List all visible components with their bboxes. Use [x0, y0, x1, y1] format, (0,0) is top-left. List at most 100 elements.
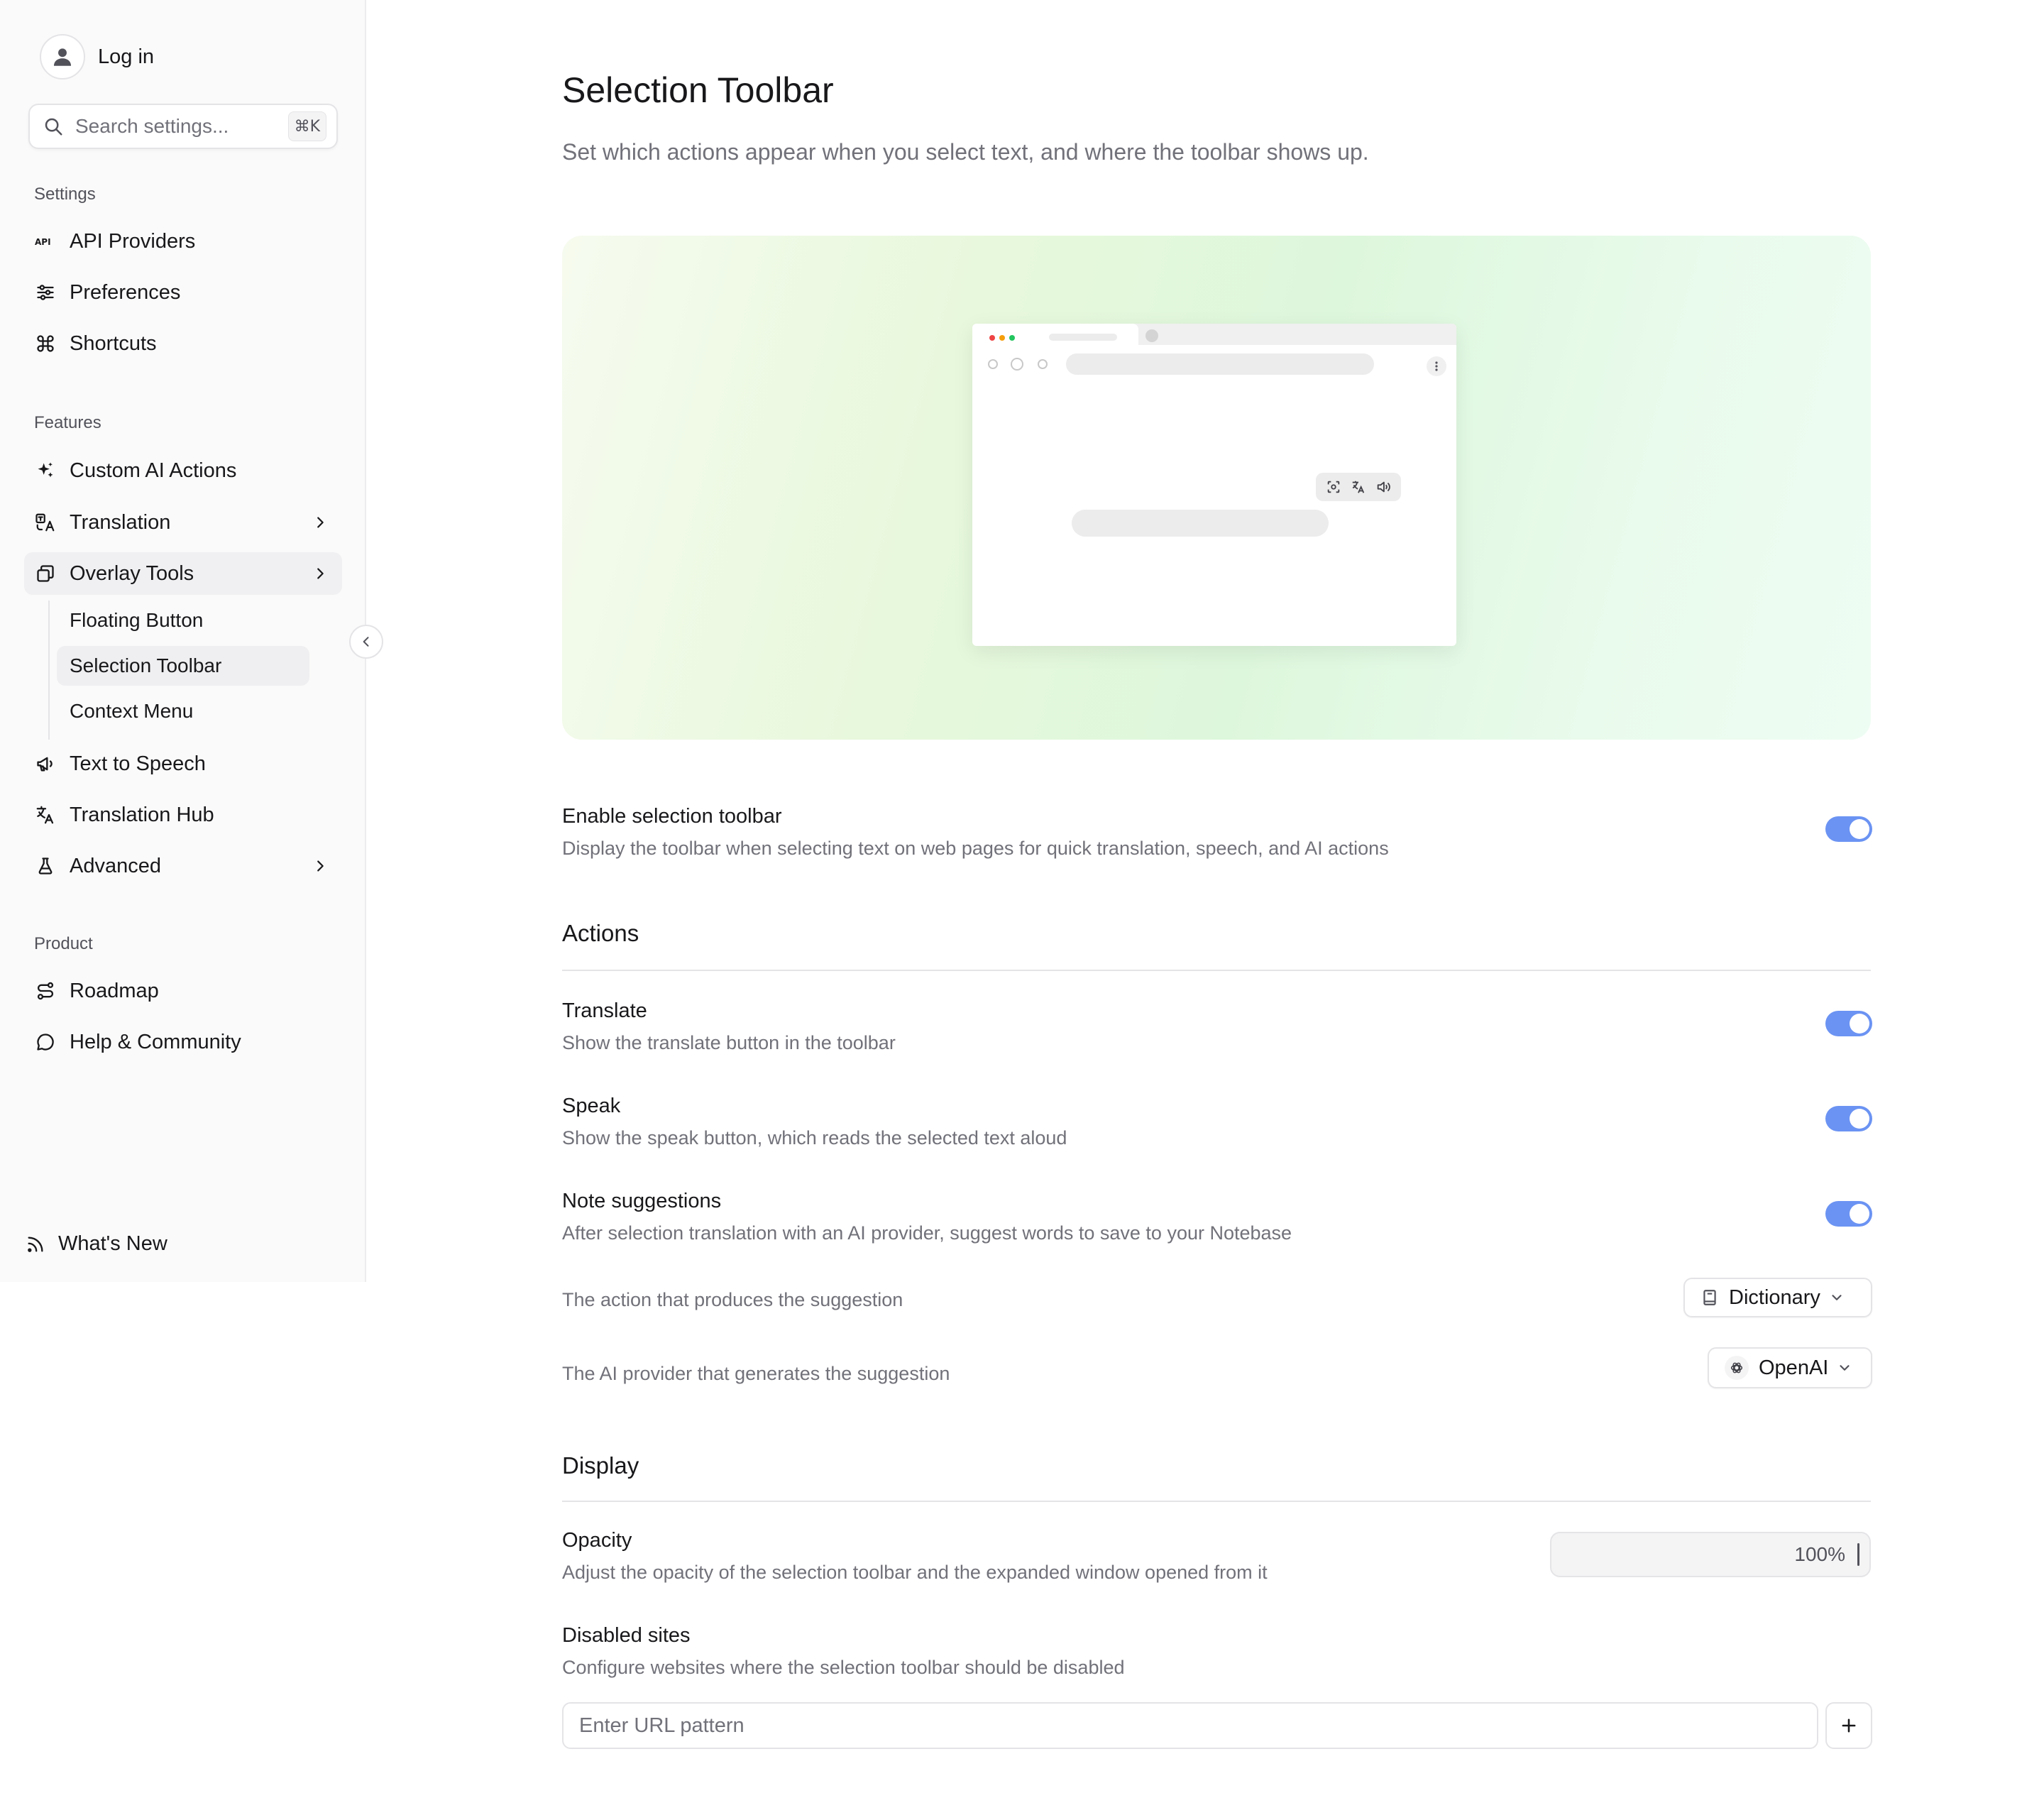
scan-icon [1328, 481, 1340, 493]
sliders-icon [34, 281, 57, 304]
search-placeholder: Search settings... [75, 115, 229, 137]
page-subtitle: Set which actions appear when you select… [562, 139, 1369, 165]
languages-icon [34, 511, 57, 534]
suggestion-action-value: Dictionary [1729, 1285, 1820, 1309]
sidebar-item-label: API Providers [70, 229, 196, 253]
display-divider [562, 1501, 1871, 1502]
api-icon: API [34, 230, 57, 253]
display-section-title: Display [562, 1452, 639, 1479]
sidebar-item-text-to-speech[interactable]: Text to Speech [24, 742, 342, 785]
mock-back-icon [988, 359, 998, 369]
group-label-settings: Settings [34, 185, 96, 204]
sidebar-item-advanced[interactable]: Advanced [24, 845, 342, 887]
enable-toolbar-title: Enable selection toolbar [562, 805, 782, 828]
sidebar-subitem-context-menu[interactable]: Context Menu [57, 691, 309, 731]
chevron-right-icon [309, 563, 331, 584]
mock-refresh-icon [1038, 359, 1048, 369]
note-suggestions-title: Note suggestions [562, 1190, 722, 1212]
sidebar-item-help-community[interactable]: Help & Community [24, 1021, 342, 1063]
command-icon [34, 332, 57, 355]
mock-selected-text [1072, 510, 1329, 537]
sidebar-subitem-floating-button[interactable]: Floating Button [57, 601, 309, 640]
translate-icon [1352, 481, 1365, 493]
actions-section-title: Actions [562, 920, 639, 946]
suggestion-action-select[interactable]: Dictionary [1683, 1278, 1872, 1317]
mock-home-icon [1011, 358, 1023, 371]
url-pattern-input[interactable] [562, 1702, 1818, 1749]
sidebar-item-label: Advanced [70, 854, 161, 877]
user-icon [40, 34, 85, 80]
enable-toolbar-toggle[interactable] [1825, 816, 1872, 842]
mock-url-bar [1066, 353, 1374, 375]
sidebar-item-label: Translation [70, 510, 171, 534]
search-shortcut-badge: ⌘K [287, 111, 326, 141]
chevron-down-icon [1837, 1360, 1852, 1376]
translate-setting-title: Translate [562, 999, 647, 1022]
search-input[interactable]: Search settings... ⌘K [28, 104, 338, 149]
megaphone-icon [34, 752, 57, 775]
sidebar-item-translation[interactable]: Translation [24, 501, 342, 544]
chevron-left-icon [359, 635, 373, 649]
page-title: Selection Toolbar [562, 70, 834, 110]
suggestion-provider-select[interactable]: OpenAI [1708, 1347, 1872, 1388]
layers-icon [34, 562, 57, 585]
note-suggestions-toggle[interactable] [1825, 1201, 1872, 1227]
book-icon [1700, 1288, 1719, 1307]
route-icon [34, 980, 57, 1002]
chevron-right-icon [309, 512, 331, 533]
group-label-features: Features [34, 413, 101, 432]
sidebar-item-label: Text to Speech [70, 752, 206, 775]
sidebar: Log in Search settings... ⌘K Settings AP… [0, 0, 366, 1282]
sidebar-item-label: Custom AI Actions [70, 459, 237, 482]
sparkles-icon [34, 459, 57, 482]
mock-dot-green [1009, 335, 1015, 341]
sidebar-item-label: Roadmap [70, 979, 159, 1002]
sidebar-item-translation-hub[interactable]: Translation Hub [24, 794, 342, 836]
disabled-sites-description: Configure websites where the selection t… [562, 1657, 1125, 1678]
translate-setting-description: Show the translate button in the toolbar [562, 1032, 896, 1053]
actions-divider [562, 970, 1871, 971]
browser-mockup [972, 324, 1456, 646]
sidebar-item-label: Overlay Tools [70, 561, 194, 585]
sidebar-item-label: Translation Hub [70, 803, 214, 826]
submenu-guide-line [48, 601, 50, 740]
speaker-icon [1377, 481, 1390, 493]
opacity-slider-handle[interactable] [1857, 1543, 1859, 1566]
mock-selection-toolbar [1316, 473, 1401, 501]
group-label-product: Product [34, 934, 93, 953]
mock-tab-title [1049, 334, 1117, 341]
mock-new-tab-icon [1145, 329, 1158, 342]
sidebar-subitem-selection-toolbar[interactable]: Selection Toolbar [57, 646, 309, 686]
rss-icon [24, 1233, 47, 1256]
sidebar-item-label: Help & Community [70, 1030, 241, 1053]
login-button[interactable]: Log in [40, 34, 154, 80]
opacity-slider[interactable]: 100% [1550, 1532, 1871, 1577]
sidebar-item-roadmap[interactable]: Roadmap [24, 970, 342, 1012]
opacity-description: Adjust the opacity of the selection tool… [562, 1562, 1268, 1583]
mock-menu-icon [1427, 356, 1446, 376]
sidebar-item-custom-ai-actions[interactable]: Custom AI Actions [24, 449, 342, 492]
chat-bubble-icon [34, 1031, 57, 1053]
mock-dot-red [989, 335, 995, 341]
mock-dot-yellow [999, 335, 1005, 341]
opacity-value: 100% [1794, 1543, 1845, 1565]
opacity-title: Opacity [562, 1529, 632, 1552]
sidebar-item-label: Preferences [70, 280, 181, 304]
toggle-knob [1850, 1014, 1869, 1034]
whats-new-link[interactable]: What's New [24, 1232, 167, 1256]
toggle-knob [1850, 819, 1869, 839]
flask-icon [34, 855, 57, 877]
add-url-button[interactable] [1825, 1702, 1872, 1749]
speak-toggle[interactable] [1825, 1106, 1872, 1131]
search-icon [43, 114, 67, 138]
translate-toggle[interactable] [1825, 1011, 1872, 1036]
hero-illustration [562, 236, 1871, 740]
chevron-down-icon [1829, 1290, 1845, 1305]
login-label: Log in [98, 45, 155, 68]
sidebar-item-preferences[interactable]: Preferences [24, 271, 342, 314]
sidebar-item-shortcuts[interactable]: Shortcuts [24, 322, 342, 365]
sidebar-item-api-providers[interactable]: API API Providers [24, 220, 342, 263]
sidebar-collapse-button[interactable] [349, 625, 383, 659]
suggestion-provider-value: OpenAI [1759, 1356, 1829, 1379]
sidebar-item-overlay-tools[interactable]: Overlay Tools [24, 552, 342, 595]
